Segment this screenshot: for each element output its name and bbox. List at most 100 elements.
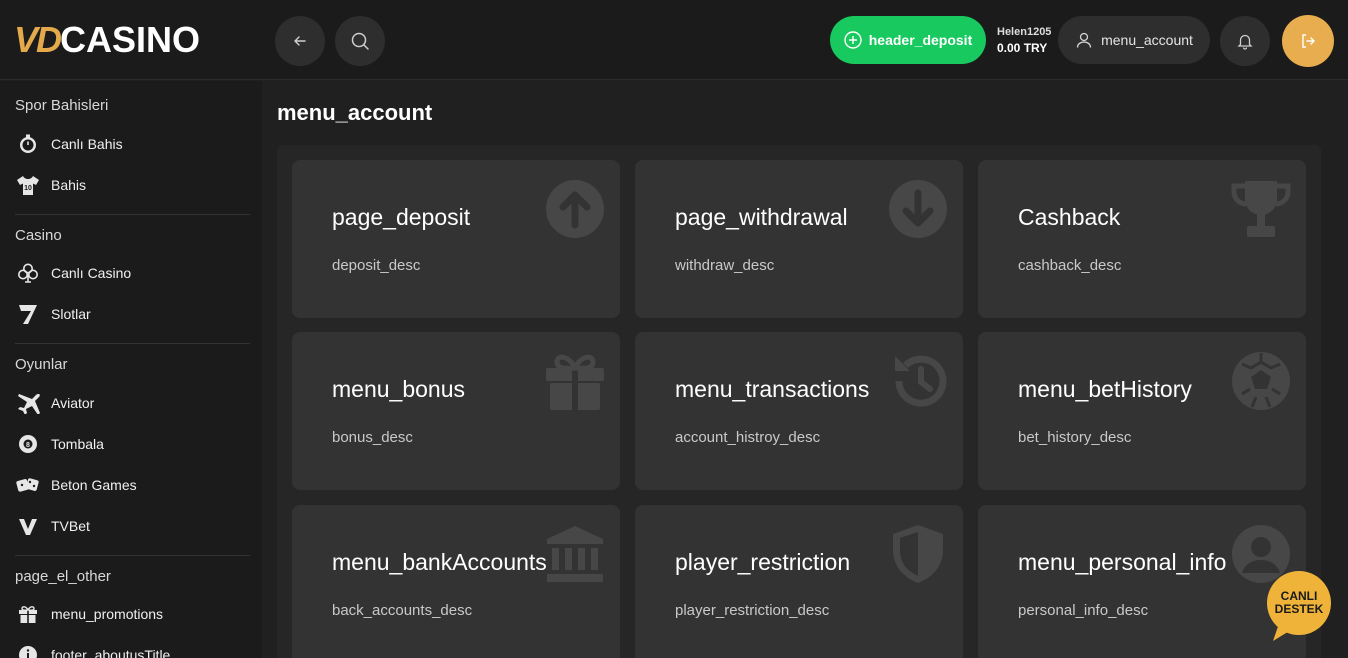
username: Helen1205 [997, 26, 1052, 38]
arrow-down-circle-icon [889, 180, 947, 238]
history-icon [895, 355, 947, 407]
svg-text:8: 8 [26, 442, 30, 449]
section-title-sports: Spor Bahisleri [15, 97, 109, 114]
search-button[interactable] [335, 16, 385, 66]
dice-icon [15, 472, 41, 498]
notifications-button[interactable] [1220, 16, 1270, 66]
account-menu-panel: page_deposit deposit_desc page_withdrawa… [277, 145, 1321, 658]
trophy-icon [1231, 181, 1291, 237]
sidebar-item-label: menu_promotions [51, 606, 164, 622]
section-title-games: Oyunlar [15, 356, 68, 373]
sidebar-item-tvbet[interactable]: TVBet [15, 511, 90, 541]
card-desc: bonus_desc [332, 429, 413, 446]
divider [15, 214, 250, 215]
sidebar-item-label: Slotlar [51, 306, 91, 322]
sidebar-item-beton-games[interactable]: Beton Games [15, 470, 137, 500]
sidebar-item-promotions[interactable]: menu_promotions [15, 599, 163, 629]
card-title: menu_personal_info [1018, 549, 1227, 575]
sidebar-item-betting[interactable]: 10 Bahis [15, 170, 86, 200]
sidebar-item-tombala[interactable]: 8 Tombala [15, 429, 104, 459]
arrow-left-icon [294, 36, 306, 46]
logout-button[interactable] [1282, 15, 1334, 67]
live-support-button[interactable]: CANLI DESTEK [1267, 571, 1331, 641]
bank-icon [547, 526, 603, 582]
sidebar-item-aviator[interactable]: Aviator [15, 388, 94, 418]
info-icon [15, 642, 41, 658]
arrow-up-circle-icon [546, 180, 604, 238]
card-title: menu_transactions [675, 376, 870, 402]
sidebar-item-label: Aviator [51, 395, 95, 411]
card-bet-history[interactable]: menu_betHistory bet_history_desc [978, 332, 1306, 490]
card-cashback[interactable]: Cashback cashback_desc [978, 160, 1306, 318]
divider [15, 343, 250, 344]
card-title: menu_betHistory [1018, 376, 1192, 402]
card-title: Cashback [1018, 204, 1121, 230]
header: VD CASINO header_deposit Helen1205 0.00 … [0, 0, 1348, 80]
card-title: menu_bonus [332, 376, 465, 402]
jersey-icon: 10 [15, 172, 41, 198]
divider [15, 555, 250, 556]
deposit-label: header_deposit [868, 32, 973, 48]
shield-icon [893, 525, 943, 583]
logo-casino: CASINO [60, 19, 201, 60]
card-personal-info[interactable]: menu_personal_info personal_info_desc [978, 505, 1306, 658]
card-desc: personal_info_desc [1018, 602, 1149, 619]
sidebar-item-label: Beton Games [51, 477, 137, 493]
balance: 0.00 TRY [997, 41, 1048, 55]
account-button[interactable]: menu_account [1058, 16, 1210, 64]
sidebar: Spor Bahisleri Canlı Bahis 10 Bahis Casi… [0, 81, 262, 658]
gift-icon [546, 354, 604, 410]
account-label: menu_account [1101, 32, 1193, 48]
sidebar-item-label: Canlı Casino [51, 265, 132, 281]
card-desc: deposit_desc [332, 257, 421, 274]
back-button[interactable] [275, 16, 325, 66]
card-player-restriction[interactable]: player_restriction player_restriction_de… [635, 505, 963, 658]
club-icon [15, 260, 41, 286]
card-bonus[interactable]: menu_bonus bonus_desc [292, 332, 620, 490]
sidebar-item-label: footer_aboutusTitle [51, 647, 171, 658]
search-icon [351, 32, 369, 50]
sidebar-item-label: Tombala [51, 436, 104, 452]
card-desc: account_histroy_desc [675, 429, 821, 446]
card-withdrawal[interactable]: page_withdrawal withdraw_desc [635, 160, 963, 318]
card-title: page_deposit [332, 204, 471, 230]
card-desc: bet_history_desc [1018, 429, 1132, 446]
section-title-other: page_el_other [15, 568, 111, 585]
plus-circle-icon [844, 31, 862, 49]
sidebar-item-about-us[interactable]: footer_aboutusTitle [15, 640, 170, 658]
card-deposit[interactable]: page_deposit deposit_desc [292, 160, 620, 318]
logo-vd: VD [14, 19, 62, 60]
tvbet-icon [15, 513, 41, 539]
card-title: page_withdrawal [675, 204, 848, 230]
card-desc: cashback_desc [1018, 257, 1122, 274]
user-icon [1076, 32, 1092, 48]
sidebar-item-slots[interactable]: Slotlar [15, 299, 91, 329]
card-desc: player_restriction_desc [675, 602, 830, 619]
sidebar-item-label: Bahis [51, 177, 87, 193]
sidebar-item-label: Canlı Bahis [51, 136, 123, 152]
svg-text:10: 10 [24, 185, 32, 192]
sidebar-item-label: TVBet [51, 518, 90, 534]
stopwatch-icon [15, 131, 41, 157]
card-title: player_restriction [675, 549, 851, 575]
user-info: Helen1205 0.00 TRY [997, 24, 1051, 56]
card-bank-accounts[interactable]: menu_bankAccounts back_accounts_desc [292, 505, 620, 658]
sidebar-item-live-betting[interactable]: Canlı Bahis [15, 129, 123, 159]
page-title: menu_account [277, 100, 433, 125]
football-icon [1232, 352, 1290, 410]
card-desc: withdraw_desc [675, 257, 775, 274]
card-transactions[interactable]: menu_transactions account_histroy_desc [635, 332, 963, 490]
sidebar-item-live-casino[interactable]: Canlı Casino [15, 258, 131, 288]
bell-icon [1237, 34, 1253, 50]
plane-icon [15, 390, 41, 416]
seven-icon [15, 301, 41, 327]
card-desc: back_accounts_desc [332, 602, 473, 619]
deposit-button[interactable]: header_deposit [830, 16, 986, 64]
card-title: menu_bankAccounts [332, 549, 547, 575]
support-line2: DESTEK [1274, 602, 1324, 616]
ball-icon: 8 [15, 431, 41, 457]
site-logo[interactable]: VD CASINO [14, 19, 201, 60]
logout-icon [1302, 34, 1315, 48]
gift-icon [15, 601, 41, 627]
section-title-casino: Casino [15, 227, 62, 244]
